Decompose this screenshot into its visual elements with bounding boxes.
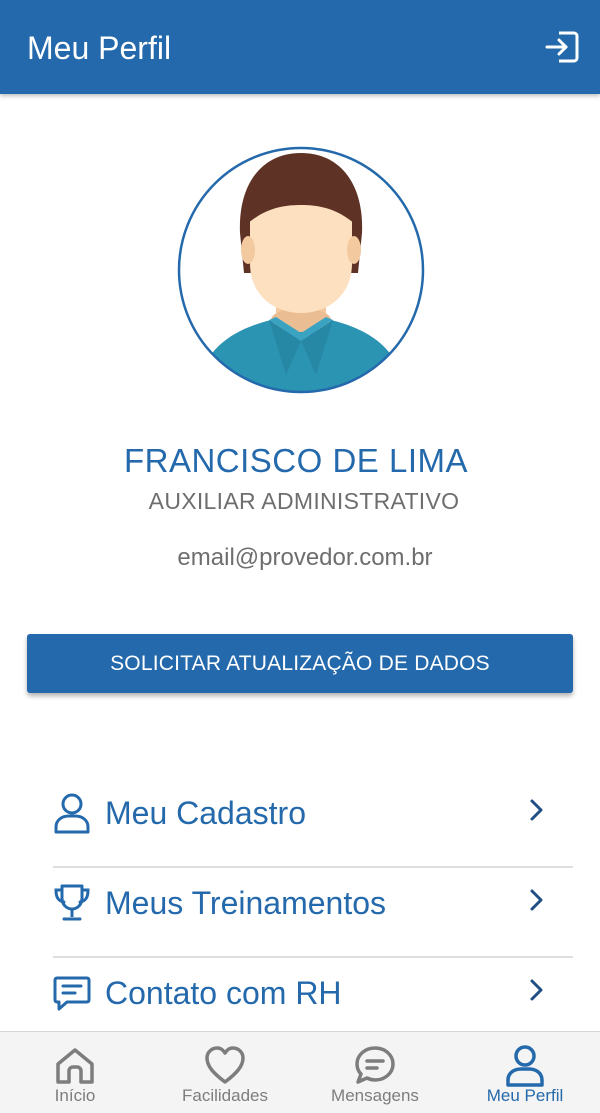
app-header: Meu Perfil: [0, 0, 600, 94]
user-icon: [506, 1045, 544, 1087]
nav-item-facilidades[interactable]: Facilidades: [150, 1032, 300, 1113]
chevron-right-icon: [530, 979, 543, 1001]
avatar: [176, 145, 426, 395]
nav-item-inicio[interactable]: Início: [0, 1032, 150, 1113]
menu-item-label: Meu Cadastro: [105, 795, 306, 831]
logout-icon: [545, 31, 579, 63]
nav-label: Início: [54, 1086, 96, 1105]
nav-label: Mensagens: [331, 1086, 419, 1105]
heart-icon: [205, 1046, 245, 1084]
user-avatar-illustration: [177, 146, 425, 394]
request-update-button[interactable]: SOLICITAR ATUALIZAÇÃO DE DADOS: [27, 634, 573, 693]
bottom-navigation: Início Facilidades Mensagens Meu Perfil: [0, 1031, 600, 1113]
trophy-icon: [54, 884, 90, 921]
chevron-right-icon: [530, 889, 543, 911]
menu-item-label: Meus Treinamentos: [105, 885, 387, 921]
profile-name: FRANCISCO DE LIMA: [123, 442, 469, 479]
profile-role: AUXILIAR ADMINISTRATIVO: [148, 488, 460, 514]
menu-item-label: Contato com RH: [105, 975, 342, 1011]
chevron-right-icon: [530, 799, 543, 821]
chat-icon: [355, 1046, 395, 1084]
message-icon: [53, 976, 91, 1011]
nav-item-mensagens[interactable]: Mensagens: [300, 1032, 450, 1113]
nav-item-meu-perfil[interactable]: Meu Perfil: [450, 1032, 600, 1113]
menu-item-meus-treinamentos[interactable]: Meus Treinamentos: [53, 868, 573, 958]
logout-button[interactable]: [542, 27, 582, 67]
page-title: Meu Perfil: [27, 30, 172, 66]
user-icon: [54, 793, 90, 834]
menu-item-meu-cadastro[interactable]: Meu Cadastro: [53, 778, 573, 868]
nav-label: Facilidades: [182, 1086, 268, 1105]
profile-screen: Meu Perfil FRANCISCO DE LIMA AUXILIAR AD…: [0, 0, 600, 1113]
home-icon: [56, 1048, 94, 1084]
nav-label: Meu Perfil: [486, 1086, 564, 1105]
profile-email: email@provedor.com.br: [177, 544, 433, 571]
